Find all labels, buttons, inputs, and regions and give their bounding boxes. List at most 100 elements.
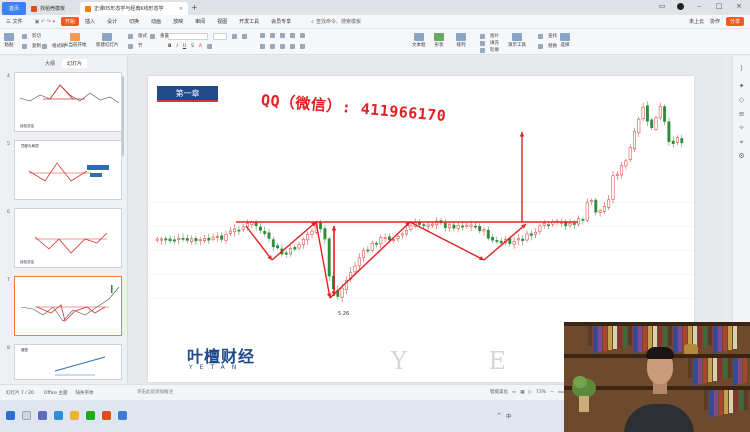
chart-grid <box>148 201 694 299</box>
fill-button[interactable]: 填充 <box>480 40 499 46</box>
textbox-button[interactable]: 文本框 <box>412 33 426 48</box>
menu-animation[interactable]: 动画 <box>145 18 167 25</box>
menu-start[interactable]: 开始 <box>60 17 79 26</box>
slide-thumbnail[interactable]: 6 经验总结 <box>4 208 122 270</box>
menu-view[interactable]: 视图 <box>211 18 233 25</box>
theme-name[interactable]: Office 主题 <box>44 390 68 396</box>
tab-home[interactable]: 首页 <box>2 2 26 15</box>
align-right-icon[interactable] <box>280 44 285 49</box>
align-left-icon[interactable] <box>260 44 265 49</box>
grow-font-icon[interactable] <box>232 34 237 39</box>
collapse-icon[interactable]: ⟩ <box>737 64 746 73</box>
view-normal-icon[interactable]: ▭ <box>512 390 516 395</box>
ime-indicator[interactable]: 中 <box>506 413 511 420</box>
select-button[interactable]: 选择 <box>560 33 570 48</box>
settings-icon[interactable]: ⚙ <box>737 152 746 161</box>
format-painter-button[interactable]: 格式刷 <box>42 43 66 49</box>
candle-body <box>620 165 624 176</box>
quick-access[interactable]: ▣ ↶ ↷ ▾ <box>29 19 61 25</box>
menu-design[interactable]: 设计 <box>101 18 123 25</box>
font-color-icon[interactable]: A <box>199 44 202 49</box>
maximize-icon[interactable]: □ <box>714 2 724 10</box>
properties-icon[interactable]: ≡ <box>737 110 746 119</box>
missing-font[interactable]: 缺失字体 <box>75 390 93 396</box>
play-icon[interactable]: ▷ <box>529 390 532 395</box>
tab-templates[interactable]: 找稻壳模板 <box>26 2 80 15</box>
find-button[interactable]: 查找 <box>538 33 557 39</box>
wps-icon[interactable] <box>102 411 111 420</box>
slide-thumbnail[interactable]: 5 顶部头肩顶 <box>4 140 122 202</box>
wechat-icon[interactable] <box>86 411 95 420</box>
collab-button[interactable]: 协作 <box>710 18 720 25</box>
shape-button[interactable]: 形状 <box>434 33 444 48</box>
copy-button[interactable]: 复制 <box>22 43 41 49</box>
magic-icon[interactable]: ✧ <box>737 124 746 133</box>
edge-icon[interactable] <box>54 411 63 420</box>
font-size-select[interactable] <box>213 33 227 40</box>
numbering-icon[interactable] <box>270 33 275 38</box>
bullets-icon[interactable] <box>260 33 265 38</box>
menu-review[interactable]: 审阅 <box>189 18 211 25</box>
play-from-current-button[interactable]: 从当前开始 <box>64 33 87 48</box>
arrange-button[interactable]: 排列 <box>456 33 466 48</box>
candle-body <box>486 229 490 239</box>
browser-icon[interactable] <box>118 411 127 420</box>
tray-expand[interactable]: ^ <box>497 413 501 420</box>
replace-button[interactable]: 替换 <box>538 43 557 49</box>
brand-logo-en: YETAN <box>189 364 244 371</box>
bold-icon[interactable]: B <box>168 44 171 49</box>
font-family-select[interactable] <box>168 33 208 40</box>
strike-icon[interactable]: S <box>191 44 194 49</box>
italic-icon[interactable]: I <box>176 44 177 49</box>
menu-file[interactable]: 三 文件 <box>0 18 29 25</box>
zoom-out-icon[interactable]: − <box>550 390 554 395</box>
columns-icon[interactable] <box>300 44 305 49</box>
animation-icon[interactable]: ✦ <box>737 82 746 91</box>
smart-beautify[interactable]: 智能美化 <box>490 389 508 395</box>
file-explorer-icon[interactable] <box>70 411 79 420</box>
location-icon[interactable]: ⌖ <box>737 138 746 147</box>
menu-member[interactable]: 会员专享 <box>265 18 297 25</box>
section-button[interactable]: 节 <box>128 43 143 49</box>
windows-start-icon[interactable] <box>6 411 15 420</box>
close-icon[interactable]: × <box>734 2 744 10</box>
candle-body <box>215 235 219 238</box>
paste-button[interactable]: 粘贴 <box>4 33 14 48</box>
outdent-icon[interactable] <box>290 33 295 38</box>
reset-button[interactable]: 重置 <box>150 33 169 39</box>
slide-thumbnail[interactable]: 4 经验总结 <box>4 72 122 134</box>
line-spacing-icon[interactable] <box>300 33 305 38</box>
view-sorter-icon[interactable]: ▦ <box>520 390 524 395</box>
clear-format-icon[interactable] <box>207 44 213 49</box>
cut-button[interactable]: 剪切 <box>22 33 41 39</box>
search-icon[interactable] <box>22 411 31 420</box>
avatar[interactable] <box>677 3 684 10</box>
cloud-status[interactable]: 未上云 <box>689 18 704 25</box>
new-tab-button[interactable]: + <box>191 3 198 12</box>
menu-transition[interactable]: 切换 <box>123 18 145 25</box>
menu-insert[interactable]: 插入 <box>79 18 101 25</box>
tab-slides[interactable]: 幻灯片 <box>62 59 88 68</box>
tab-document[interactable]: 正课05形态学与经典K线形态学 × <box>80 2 188 15</box>
presentation-tools-button[interactable]: 演示工具 <box>508 33 526 48</box>
underline-icon[interactable]: U <box>183 44 186 49</box>
picture-button[interactable]: 图片 <box>480 33 499 39</box>
slide-thumbnail-selected[interactable]: 7 <box>4 276 122 338</box>
task-view-icon[interactable] <box>38 411 47 420</box>
new-slide-button[interactable]: 新建幻灯片 <box>96 33 119 48</box>
shrink-font-icon[interactable] <box>242 34 247 39</box>
command-search[interactable]: ⌕ 查找命令、搜索模板 <box>311 18 361 26</box>
layout-button[interactable]: 版式 <box>128 33 147 39</box>
menu-developer[interactable]: 开发工具 <box>233 18 265 25</box>
menu-slideshow[interactable]: 放映 <box>167 18 189 25</box>
indent-icon[interactable] <box>280 33 285 38</box>
outline-button[interactable]: 轮廓 <box>480 47 499 53</box>
layout-icon[interactable]: ▭ <box>657 2 667 10</box>
align-center-icon[interactable] <box>270 44 275 49</box>
shape-style-icon[interactable]: ◇ <box>737 96 746 105</box>
close-tab-icon[interactable]: × <box>179 6 183 12</box>
minimize-icon[interactable]: – <box>694 2 704 10</box>
tab-outline[interactable]: 大纲 <box>40 59 60 68</box>
justify-icon[interactable] <box>290 44 295 49</box>
share-button[interactable]: 分享 <box>725 17 744 26</box>
